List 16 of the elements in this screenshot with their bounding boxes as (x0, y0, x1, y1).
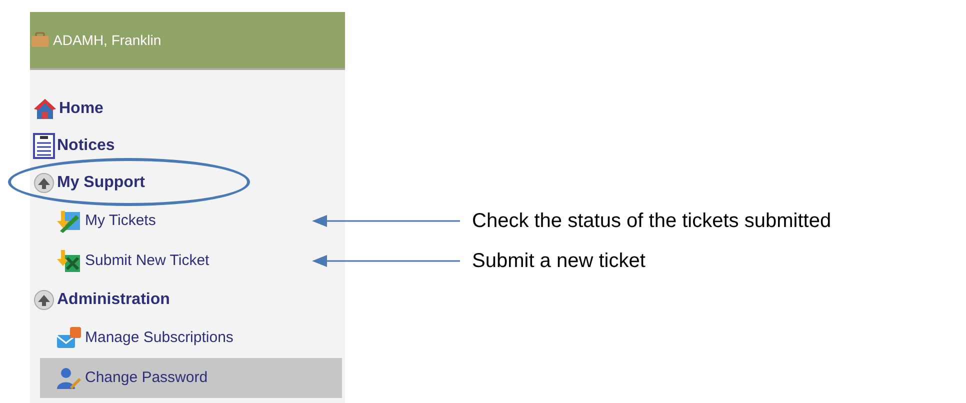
annotation-text: Check the status of the tickets submitted (472, 209, 832, 234)
home-icon (32, 96, 58, 120)
nav-link[interactable]: My Tickets (40, 201, 342, 241)
user-name: ADAMH, Franklin (53, 30, 162, 50)
nav-link[interactable]: My Support (30, 168, 145, 196)
nav-link[interactable]: Submit New Ticket (40, 241, 342, 281)
nav-link[interactable]: Administration (30, 286, 170, 314)
envelope-feed-icon (56, 326, 82, 350)
submit-ticket-icon (56, 249, 82, 273)
nav-link[interactable]: Manage Subscriptions (40, 318, 342, 358)
nav-link[interactable]: Change Password (40, 358, 342, 398)
briefcase-icon (31, 32, 49, 48)
annotation-text: Submit a new ticket (472, 249, 646, 274)
nav-link[interactable]: Home (30, 94, 104, 122)
nav-link[interactable]: Notices (30, 130, 115, 160)
tickets-icon (56, 209, 82, 233)
